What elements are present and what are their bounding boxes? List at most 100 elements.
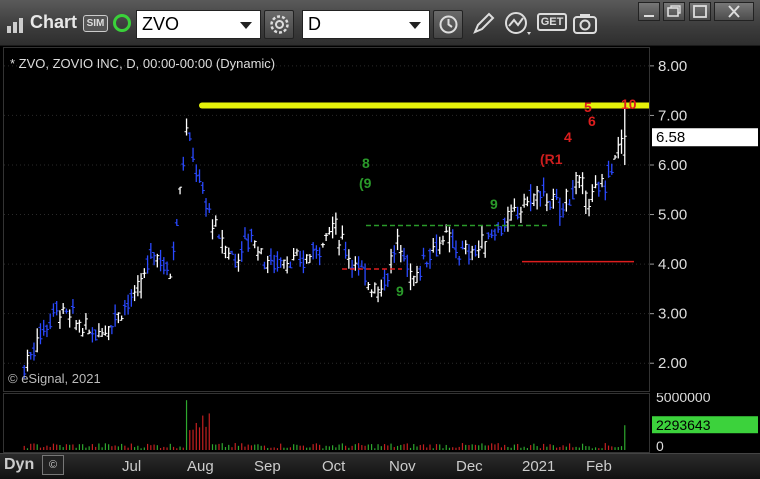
ohlc-bar — [96, 323, 101, 338]
ohlc-bar — [609, 163, 614, 175]
ohlc-bar — [492, 228, 497, 241]
pencil-icon[interactable] — [470, 11, 496, 37]
annotation-label: 10 — [621, 96, 637, 112]
toolbar: Chart SIM ZVO D GET — [0, 0, 760, 46]
ohlc-bar — [181, 156, 186, 171]
ohlc-bar — [343, 241, 348, 259]
ohlc-bar — [314, 245, 319, 259]
ohlc-bar — [515, 206, 520, 220]
maximize-button[interactable] — [689, 2, 711, 21]
ohlc-bar — [122, 300, 127, 316]
ohlc-bar — [622, 105, 627, 165]
ohlc-bar — [434, 234, 439, 257]
settings-button[interactable] — [264, 10, 294, 39]
ohlc-bar — [61, 303, 66, 314]
ohlc-bar — [518, 206, 523, 223]
ohlc-bar — [320, 242, 325, 248]
ohlc-bar — [557, 197, 562, 226]
volume-axis[interactable]: 5000000 0 2293643 — [650, 389, 760, 454]
ohlc-bar — [486, 232, 491, 240]
get-button[interactable]: GET — [537, 13, 567, 35]
ohlc-bar — [74, 319, 79, 331]
ohlc-bar — [171, 241, 176, 261]
price-chart-pane[interactable]: 8 (9 9 9 (R1 4 5 6 10 — [3, 47, 713, 392]
ohlc-bar — [567, 199, 572, 206]
price-chart[interactable]: 8(999(R145610 — [4, 48, 713, 391]
ohlc-bar — [379, 279, 384, 297]
price-axis-labels: 8.00 7.00 6.00 5.00 4.00 3.00 2.00 6.58 — [650, 58, 758, 372]
ohlc-bar — [570, 180, 575, 200]
ohlc-bar — [509, 204, 514, 221]
price-axis[interactable]: 8.00 7.00 6.00 5.00 4.00 3.00 2.00 6.58 — [650, 47, 760, 392]
ohlc-bar — [41, 319, 46, 336]
ohlc-bar — [100, 328, 105, 337]
dynamic-toggle-button[interactable]: © — [42, 455, 64, 475]
ohlc-bar — [541, 177, 546, 197]
ohlc-bar — [593, 175, 598, 189]
ohlc-bar — [226, 247, 231, 260]
ohlc-bar — [252, 240, 257, 249]
ohlc-bar — [603, 180, 608, 201]
screenshot-icon[interactable] — [572, 11, 598, 37]
ohlc-bar — [337, 239, 342, 256]
ohlc-bar — [512, 198, 517, 212]
time-label-nov: Nov — [389, 458, 416, 475]
ohlc-bar — [619, 129, 624, 154]
ohlc-bar — [259, 248, 264, 255]
dynamic-label[interactable]: Dyn — [4, 456, 34, 474]
ohlc-bar — [178, 186, 183, 195]
ohlc-bar — [165, 261, 170, 276]
time-button[interactable] — [433, 10, 463, 39]
ohlc-bar — [525, 196, 530, 207]
ohlc-bar — [204, 198, 209, 217]
settings-icon — [270, 15, 289, 34]
time-axis[interactable] — [0, 453, 760, 479]
ohlc-bar — [382, 268, 387, 291]
ohlc-bar — [340, 225, 345, 240]
app-icon — [7, 18, 23, 33]
indicator-icon[interactable] — [503, 10, 533, 38]
ohlc-bar — [606, 160, 611, 178]
time-label-oct: Oct — [322, 458, 346, 475]
ohlc-bar — [288, 261, 293, 269]
ohlc-bar — [327, 227, 332, 235]
chevron-down-icon[interactable] — [409, 22, 421, 29]
ohlc-bar — [496, 222, 501, 233]
sim-badge[interactable]: SIM — [83, 15, 108, 32]
link-icon[interactable] — [113, 14, 131, 32]
ohlc-bar — [51, 303, 56, 317]
ohlc-bar — [528, 184, 533, 212]
maximize-icon — [693, 5, 707, 18]
symbol-input[interactable]: ZVO — [136, 10, 261, 39]
chevron-down-icon[interactable] — [240, 22, 252, 29]
close-button[interactable] — [714, 2, 754, 21]
ohlc-bar — [200, 181, 205, 194]
ohlc-bar — [242, 227, 247, 240]
minimize-button[interactable] — [638, 2, 660, 21]
volume-pane[interactable] — [3, 393, 650, 453]
ohlc-bar — [392, 245, 397, 263]
ohlc-bar — [236, 253, 241, 272]
price-tick-label: 2.00 — [658, 355, 687, 372]
time-label-sep: Sep — [254, 458, 281, 475]
restore-button[interactable] — [663, 2, 685, 21]
price-tick-label: 7.00 — [658, 107, 687, 124]
get-icon: GET — [537, 13, 567, 31]
ohlc-bar — [583, 190, 588, 215]
ohlc-bar — [220, 229, 225, 254]
ohlc-bar — [80, 327, 85, 337]
ohlc-bar — [249, 228, 254, 243]
volume-axis-labels: 5000000 0 2293643 — [652, 389, 758, 454]
minimize-icon — [644, 15, 654, 17]
ohlc-bar — [479, 225, 484, 249]
volume-tick-label: 0 — [656, 438, 664, 453]
ohlc-bar — [544, 193, 549, 212]
price-tick-label: 8.00 — [658, 58, 687, 75]
interval-input[interactable]: D — [302, 10, 430, 39]
ohlc-bar — [119, 315, 124, 321]
ohlc-bar — [35, 328, 40, 353]
ohlc-bar — [148, 243, 153, 259]
ohlc-bar — [440, 235, 445, 246]
volume-chart — [23, 400, 626, 450]
ohlc-bar — [522, 193, 527, 208]
